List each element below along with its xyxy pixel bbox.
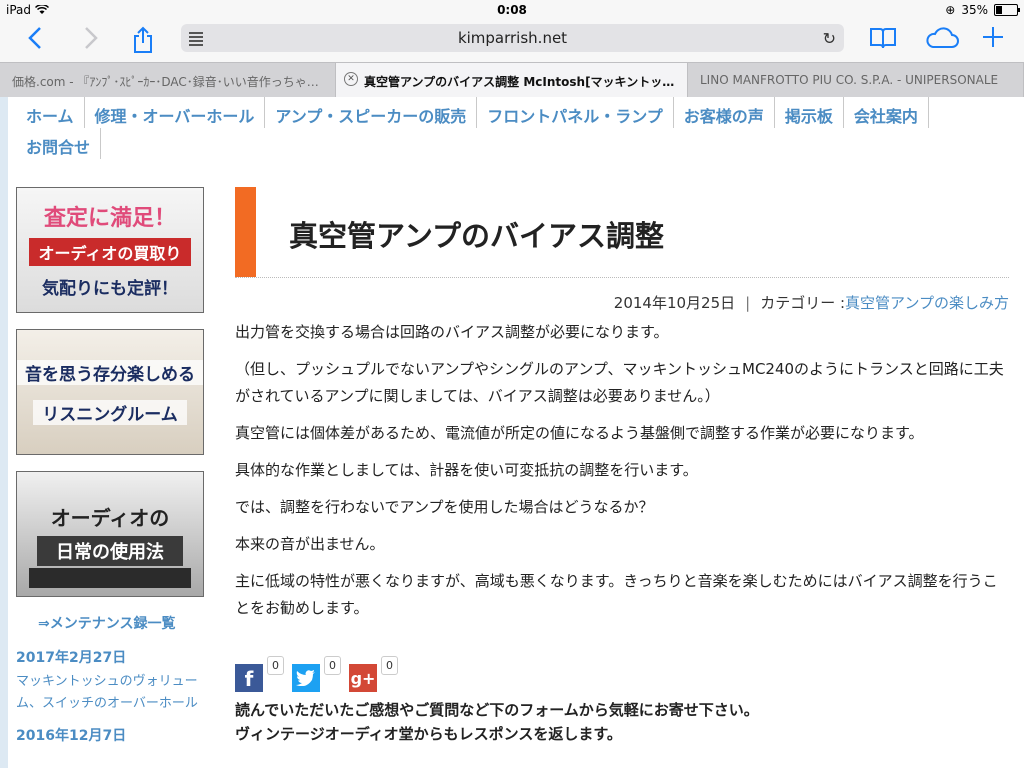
back-button[interactable] [20, 26, 50, 56]
cloud-icon [926, 27, 959, 48]
article-meta: 2014年10月25日 | カテゴリー :真空管アンプの楽しみ方 [235, 292, 1009, 313]
nav-item[interactable]: 修理・オーバーホール [85, 97, 266, 128]
tab-bar: 価格.com - 『ｱﾝﾌﾟ･ｽﾋﾟｰｶｰ･DAC･録音･いい音作っちゃ… ✕ … [0, 62, 1024, 98]
closing-line: ヴィンテージオーディオ堂からもレスポンスを返します。 [235, 725, 622, 743]
address-bar[interactable]: kimparrish.net ↻ [181, 24, 844, 52]
battery-level [996, 6, 1003, 14]
rotation-lock-icon: ⊕ [945, 3, 956, 17]
article: 真空管アンプのバイアス調整 2014年10月25日 | カテゴリー :真空管アンプの… [235, 187, 1009, 746]
googleplus-share[interactable]: g+ 0 [349, 656, 398, 692]
banner-listening-room[interactable]: 音を思う存分楽しめる リスニングルーム [16, 329, 204, 455]
nav-row-1: ホーム 修理・オーバーホール アンプ・スピーカーの販売 フロントパネル・ランプ お客様の… [16, 97, 1016, 128]
amplifier-image [29, 568, 191, 588]
twitter-share[interactable]: 0 [292, 656, 341, 692]
left-rail [0, 97, 8, 768]
share-count: 0 [381, 656, 398, 675]
post-date: 2014年10月25日 [613, 294, 736, 312]
article-paragraph: （但し、プッシュプルでないアンプやシングルのアンプ、マッキントッシュMC240の… [235, 360, 1004, 405]
title-accent-bar [235, 187, 256, 277]
closing-line: 読んでいただいたご感想やご質問など下のフォームから気軽にお寄せ下さい。 [235, 701, 759, 719]
category-label: カテゴリー : [760, 294, 846, 312]
book-icon [870, 28, 896, 49]
bookmarks-button[interactable] [868, 26, 898, 56]
tab-title: 真空管アンプのバイアス調整 McIntosh[マッキントッ… [364, 75, 675, 89]
news-date: 2016年12月7日 [16, 728, 127, 744]
share-count: 0 [267, 656, 284, 675]
tab-manfrotto[interactable]: LINO MANFROTTO PIU CO. S.P.A. - UNIPERSO… [688, 63, 1024, 97]
meta-separator: | [745, 294, 751, 312]
article-header: 真空管アンプのバイアス調整 [235, 187, 1009, 278]
article-paragraph: では、調整を行わないでアンプを使用した場合はどうなるか？ [235, 498, 654, 516]
close-tab-icon[interactable]: ✕ [344, 72, 358, 86]
global-nav: ホーム 修理・オーバーホール アンプ・スピーカーの販売 フロントパネル・ランプ お客様の… [16, 97, 1016, 159]
article-paragraph: 具体的な作業としましては、計器を使い可変抵抗の調整を行います。 [235, 461, 698, 479]
article-paragraph: 本来の音が出ません。 [235, 535, 385, 553]
banner-text: 査定に満足！ [43, 206, 176, 231]
article-paragraph: 主に低域の特性が悪くなりますが、高域も悪くなります。きっちりと音楽を楽しむために… [235, 572, 998, 617]
nav-item[interactable]: 掲示板 [775, 97, 844, 128]
tab-kakaku[interactable]: 価格.com - 『ｱﾝﾌﾟ･ｽﾋﾟｰｶｰ･DAC･録音･いい音作っちゃ… [0, 63, 336, 97]
article-body: 出力管を交換する場合は回路のバイアス調整が必要になります。 （但し、プッシュプルで… [235, 319, 1009, 622]
forward-button[interactable] [76, 26, 106, 56]
twitter-icon[interactable] [292, 664, 320, 692]
reload-icon[interactable]: ↻ [823, 29, 836, 48]
nav-item[interactable]: フロントパネル・ランプ [477, 97, 674, 128]
article-title: 真空管アンプのバイアス調整 [289, 219, 664, 253]
nav-item[interactable]: お問合せ [16, 128, 102, 159]
plus-icon [983, 27, 1003, 47]
browser-toolbar: kimparrish.net ↻ [0, 20, 1024, 62]
clock: 0:08 [497, 3, 527, 17]
banner-text: 日常の使用法 [37, 536, 183, 566]
banner-purchase[interactable]: 査定に満足！ オーディオの買取り 気配りにも定評！ [16, 187, 204, 313]
googleplus-icon[interactable]: g+ [349, 664, 377, 692]
news-link[interactable]: マッキントッシュのヴォリューム、スイッチのオーバーホール [16, 671, 204, 715]
banner-text: 気配りにも定評！ [42, 279, 178, 299]
share-icon [134, 26, 152, 53]
nav-item[interactable]: お客様の声 [674, 97, 775, 128]
article-paragraph: 出力管を交換する場合は回路のバイアス調整が必要になります。 [235, 323, 669, 341]
news-date: 2017年2月27日 [16, 650, 127, 666]
chevron-right-icon [85, 27, 98, 49]
category-link[interactable]: 真空管アンプの楽しみ方 [845, 294, 1009, 312]
maintenance-list-link[interactable]: ⇒メンテナンス録一覧 [38, 613, 204, 633]
web-page: ホーム 修理・オーバーホール アンプ・スピーカーの販売 フロントパネル・ランプ お客様の… [0, 97, 1024, 768]
battery-icon [994, 4, 1020, 16]
tab-bias-adjustment[interactable]: ✕ 真空管アンプのバイアス調整 McIntosh[マッキントッ… [336, 63, 688, 97]
nav-row-2: お問合せ [16, 128, 1016, 159]
nav-item[interactable]: 会社案内 [844, 97, 929, 128]
status-bar: iPad 0:08 ⊕ 35% [0, 0, 1024, 20]
facebook-share[interactable]: f 0 [235, 656, 284, 692]
banner-text: リスニングルーム [33, 400, 187, 425]
article-paragraph: 真空管には個体差があるため、電流値が所定の値になるよう基盤側で調整する作業が必要… [235, 424, 924, 442]
nav-item[interactable]: ホーム [16, 97, 85, 128]
banner-text: 音を思う存分楽しめる [17, 360, 203, 385]
url-text: kimparrish.net [457, 29, 568, 47]
banner-daily-use[interactable]: オーディオの 日常の使用法 [16, 471, 204, 597]
share-count: 0 [324, 656, 341, 675]
chevron-left-icon [28, 27, 41, 49]
nav-item[interactable]: アンプ・スピーカーの販売 [265, 97, 478, 128]
sidebar: 査定に満足！ オーディオの買取り 気配りにも定評！ 音を思う存分楽しめる リスニ… [16, 187, 204, 749]
share-button[interactable] [128, 26, 158, 56]
battery-percent: 35% [961, 3, 988, 17]
facebook-icon[interactable]: f [235, 664, 263, 692]
social-buttons: f 0 0 g+ 0 [235, 656, 1009, 692]
banner-text: オーディオの [50, 506, 170, 530]
closing-message: 読んでいただいたご感想やご質問など下のフォームから気軽にお寄せ下さい。 ヴィンテ… [235, 698, 1009, 746]
new-tab-button[interactable] [978, 26, 1008, 56]
banner-text: オーディオの買取り [29, 238, 191, 266]
icloud-tabs-button[interactable] [922, 26, 962, 56]
